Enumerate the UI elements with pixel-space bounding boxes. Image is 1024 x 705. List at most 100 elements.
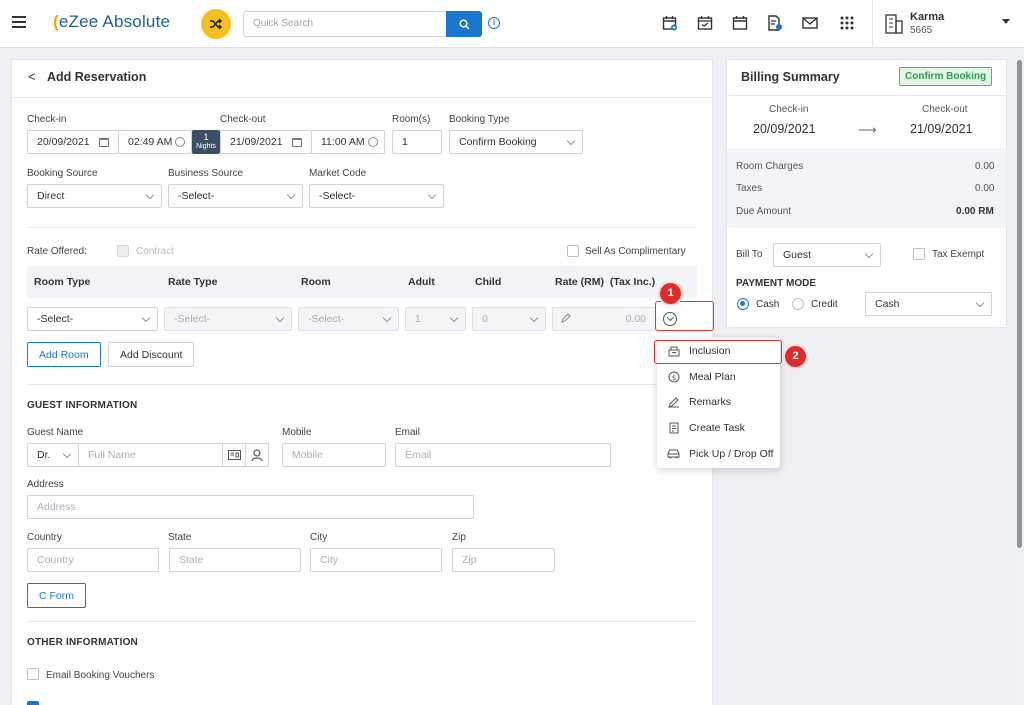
pencil-icon bbox=[667, 395, 680, 408]
menu-item-remarks[interactable]: Remarks bbox=[657, 390, 780, 414]
nights-label: Nights bbox=[196, 143, 216, 150]
mail-icon[interactable] bbox=[801, 14, 819, 32]
checked-checkbox[interactable] bbox=[27, 701, 39, 705]
chevron-down-icon bbox=[864, 249, 874, 259]
menu-item-label: Meal Plan bbox=[689, 371, 736, 383]
arrow-right-icon: ⟶ bbox=[858, 122, 877, 137]
add-room-button[interactable]: Add Room bbox=[27, 342, 101, 367]
room-charges-value: 0.00 bbox=[975, 161, 995, 172]
calendar-icon bbox=[292, 138, 302, 147]
complimentary-label: Sell As Complimentary bbox=[585, 246, 686, 257]
calendar-icon[interactable] bbox=[731, 14, 749, 32]
menu-item-create-task[interactable]: Create Task bbox=[657, 416, 780, 440]
full-name-input[interactable]: Full Name bbox=[78, 443, 223, 467]
info-icon[interactable]: i bbox=[488, 17, 500, 29]
child-select[interactable]: 0 bbox=[472, 307, 546, 331]
complimentary-checkbox[interactable] bbox=[567, 245, 579, 257]
col-room: Room bbox=[301, 276, 331, 288]
room-type-select[interactable]: -Select- bbox=[27, 307, 158, 331]
menu-item-pickup-dropoff[interactable]: Pick Up / Drop Off bbox=[657, 442, 780, 466]
car-icon bbox=[667, 447, 680, 460]
checkout-time-field[interactable]: 11:00 AM bbox=[311, 130, 385, 154]
checkout-label: Check-out bbox=[220, 114, 266, 125]
app-logo[interactable]: (eZee Absolute bbox=[53, 12, 170, 32]
bill-to-select[interactable]: Guest bbox=[773, 243, 881, 267]
bill-to-value: Guest bbox=[783, 249, 812, 261]
mobile-input[interactable]: Mobile bbox=[282, 443, 386, 467]
menu-item-meal-plan[interactable]: $ Meal Plan bbox=[657, 365, 780, 389]
guest-name-label: Guest Name bbox=[27, 427, 84, 438]
tax-exempt-checkbox[interactable] bbox=[913, 248, 925, 260]
billing-title: Billing Summary bbox=[741, 70, 840, 84]
booking-type-select[interactable]: Confirm Booking bbox=[449, 130, 583, 154]
city-input[interactable]: City bbox=[310, 548, 442, 572]
new-reservation-calendar-icon[interactable] bbox=[661, 14, 679, 32]
payment-mode-label: PAYMENT MODE bbox=[736, 278, 817, 289]
chevron-down-icon bbox=[1002, 19, 1010, 24]
quick-search-input[interactable]: Quick Search bbox=[243, 11, 447, 37]
cash-radio[interactable] bbox=[737, 298, 749, 310]
due-amount-label: Due Amount bbox=[736, 206, 792, 217]
credit-radio[interactable] bbox=[792, 298, 804, 310]
menu-item-label: Pick Up / Drop Off bbox=[689, 448, 774, 460]
booking-type-label: Booking Type bbox=[449, 114, 510, 125]
email-vouchers-checkbox[interactable] bbox=[27, 668, 39, 680]
rate-type-select[interactable]: -Select- bbox=[164, 307, 292, 331]
market-code-select[interactable]: -Select- bbox=[309, 184, 444, 208]
booking-source-value: Direct bbox=[37, 190, 65, 202]
c-form-button[interactable]: C Form bbox=[27, 583, 86, 608]
checkin-date-value: 20/09/2021 bbox=[37, 136, 90, 148]
country-input[interactable]: Country bbox=[27, 548, 159, 572]
search-icon bbox=[459, 19, 469, 29]
col-child: Child bbox=[475, 276, 502, 288]
clock-icon bbox=[175, 137, 185, 147]
email-input[interactable]: Email bbox=[395, 443, 611, 467]
address-input[interactable]: Address bbox=[27, 495, 474, 519]
search-button[interactable] bbox=[446, 11, 482, 37]
contract-checkbox[interactable] bbox=[117, 245, 129, 257]
checkout-date-field[interactable]: 21/09/2021 bbox=[220, 130, 312, 154]
rate-value: 0.00 bbox=[625, 313, 646, 325]
col-rate-type: Rate Type bbox=[168, 276, 218, 288]
chevron-down-icon bbox=[141, 313, 151, 323]
checkin-time-field[interactable]: 02:49 AM bbox=[118, 130, 192, 154]
hamburger-menu-icon[interactable] bbox=[12, 16, 26, 28]
rate-offered-label: Rate Offered: bbox=[27, 246, 87, 257]
rate-field[interactable]: 0.00 bbox=[552, 307, 656, 331]
highlight-box bbox=[654, 340, 782, 364]
zip-label: Zip bbox=[452, 532, 466, 543]
col-rate: Rate (RM) (Tax Inc.) bbox=[555, 276, 656, 288]
salutation-select[interactable]: Dr. bbox=[27, 443, 79, 467]
back-button[interactable]: < bbox=[28, 69, 36, 84]
child-value: 0 bbox=[482, 313, 488, 325]
business-source-select[interactable]: -Select- bbox=[168, 184, 303, 208]
calendar-icon bbox=[99, 138, 109, 147]
room-select[interactable]: -Select- bbox=[298, 307, 399, 331]
payment-method-select[interactable]: Cash bbox=[865, 292, 992, 316]
hotel-code: 5665 bbox=[910, 25, 933, 36]
id-card-icon[interactable] bbox=[222, 443, 246, 467]
calendar-check-icon[interactable] bbox=[696, 14, 714, 32]
zip-input[interactable]: Zip bbox=[452, 548, 555, 572]
apps-grid-icon[interactable] bbox=[838, 14, 856, 32]
invoice-icon[interactable] bbox=[766, 14, 784, 32]
scrollbar-thumb[interactable] bbox=[1017, 60, 1022, 548]
booking-source-select[interactable]: Direct bbox=[27, 184, 162, 208]
state-input[interactable]: State bbox=[169, 548, 301, 572]
edit-pencil-icon bbox=[561, 313, 571, 326]
hotel-switcher[interactable]: Karma 5665 bbox=[872, 0, 1024, 48]
task-icon bbox=[667, 421, 680, 434]
booking-type-value: Confirm Booking bbox=[459, 136, 537, 148]
rooms-field[interactable]: 1 bbox=[392, 130, 442, 154]
adult-select[interactable]: 1 bbox=[405, 307, 466, 331]
due-amount-value: 0.00 RM bbox=[956, 206, 994, 217]
checkin-date-field[interactable]: 20/09/2021 bbox=[27, 130, 119, 154]
shuffle-icon[interactable] bbox=[201, 9, 231, 39]
chevron-down-icon bbox=[427, 190, 437, 200]
rooms-label: Room(s) bbox=[392, 114, 431, 125]
billing-checkin-date: 20/09/2021 bbox=[753, 122, 816, 136]
add-discount-button[interactable]: Add Discount bbox=[108, 342, 195, 367]
guest-lookup-icon[interactable] bbox=[245, 443, 269, 467]
credit-label: Credit bbox=[811, 299, 838, 310]
contract-label: Contract bbox=[136, 246, 174, 257]
